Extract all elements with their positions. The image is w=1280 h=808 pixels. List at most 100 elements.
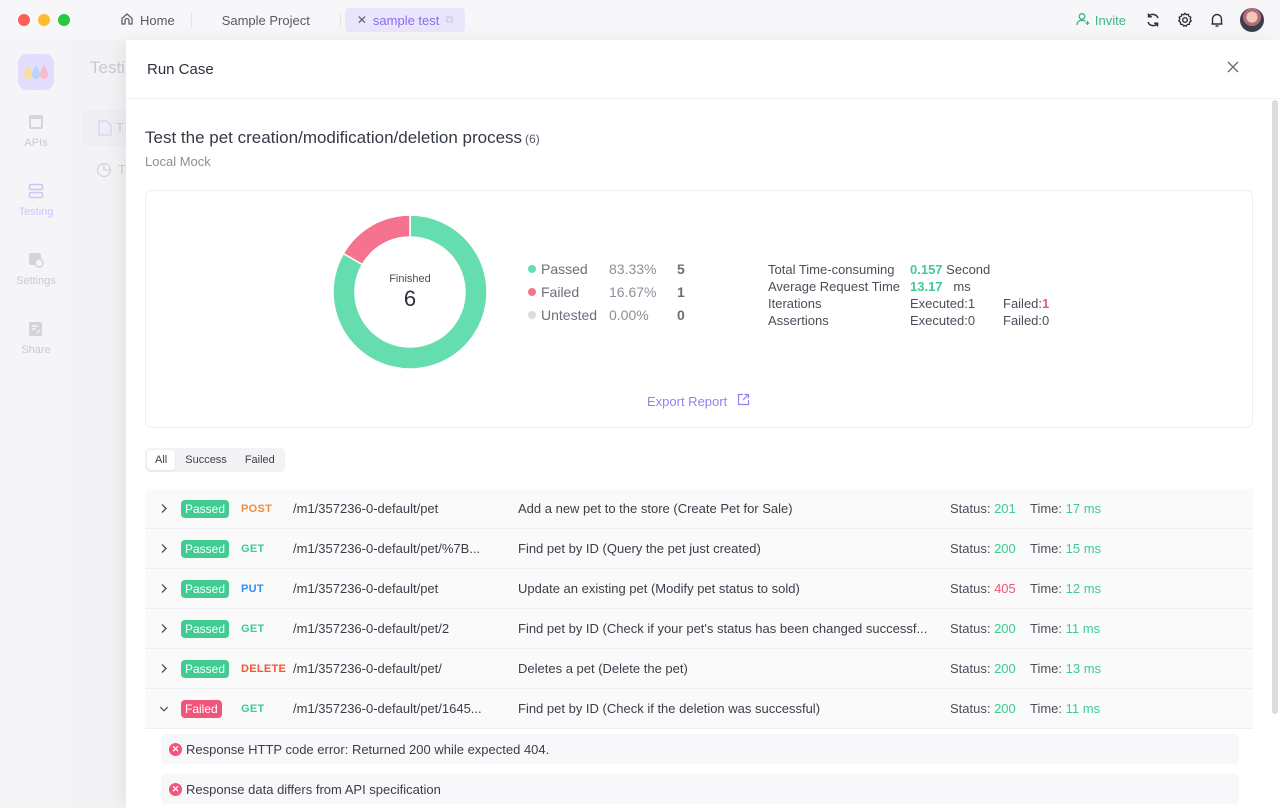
result-row[interactable]: Passed POST/m1/357236-0-default/pet Add a …: [145, 489, 1253, 529]
chevron-right-icon[interactable]: [159, 583, 169, 594]
legend-percent: 0.00%: [609, 306, 649, 323]
close-icon: [1226, 60, 1240, 79]
gear-icon[interactable]: [1176, 11, 1194, 29]
filter-success[interactable]: Success: [177, 450, 235, 470]
http-method: PUT: [241, 582, 264, 595]
time-label: Time:: [1030, 501, 1066, 516]
invite-button[interactable]: Invite: [1076, 12, 1126, 29]
case-title: Test the pet creation/modification/delet…: [145, 128, 540, 148]
testing-subnav: Testi T T: [72, 40, 142, 808]
subnav-title: Testi: [90, 58, 125, 77]
legend-count: 0: [677, 306, 685, 323]
subnav-item-label: T: [118, 162, 126, 177]
request-path: /m1/357236-0-default/pet/2: [293, 621, 450, 636]
result-row[interactable]: Passed GET/m1/357236-0-default/pet/%7B...…: [145, 529, 1253, 569]
chevron-right-icon[interactable]: [159, 503, 169, 514]
request-description: Find pet by ID (Query the pet just creat…: [518, 541, 761, 556]
request-path: /m1/357236-0-default/pet: [293, 501, 439, 516]
status-field: Status: 405: [950, 581, 1016, 596]
chevron-down-icon[interactable]: [159, 705, 169, 713]
status-field: Status: 200: [950, 701, 1016, 716]
legend-name: Failed: [541, 283, 580, 300]
result-badge: Passed: [181, 579, 230, 598]
donut-slice-failed[interactable]: [342, 214, 411, 266]
app-logo[interactable]: [18, 54, 54, 90]
time-label: Time:: [1030, 581, 1066, 596]
response-time: 15 ms: [1065, 541, 1102, 556]
stat-label: Iterations: [768, 296, 822, 311]
tab-sample-test[interactable]: ✕ sample test ⧉: [344, 8, 466, 32]
minimize-window-button[interactable]: [38, 14, 50, 26]
title-bar: Home Sample Project ✕ sample test ⧉ Invi…: [0, 0, 1280, 40]
rail-label: APIs: [24, 137, 48, 149]
request-description: Update an existing pet (Modify pet statu…: [518, 581, 800, 596]
filter-all[interactable]: All: [147, 450, 176, 470]
stat-label: Average Request Time: [768, 279, 900, 294]
tab-home[interactable]: Home: [108, 8, 187, 32]
error-icon: ✕: [169, 782, 182, 796]
error-message-box: ✕ Response HTTP code error: Returned 200 …: [161, 734, 1239, 764]
subnav-item-label: T: [116, 120, 124, 135]
time-field: Time: 13 ms: [1030, 661, 1101, 676]
sync-icon[interactable]: [1144, 11, 1162, 29]
result-row[interactable]: Passed PUT/m1/357236-0-default/pet Update …: [145, 569, 1253, 609]
http-method: DELETE: [241, 662, 287, 675]
legend-name: Untested: [541, 306, 598, 323]
run-case-drawer: Run Case Test the pet creation/modificat…: [126, 40, 1280, 808]
add-user-icon: [1076, 12, 1091, 29]
rail-item-settings[interactable]: Settings: [0, 252, 72, 287]
rail-item-testing[interactable]: Testing: [0, 183, 72, 218]
header-tools: Invite: [1076, 0, 1264, 40]
status-field: Status: 201: [950, 501, 1016, 516]
result-badge: Passed: [181, 659, 230, 678]
drawer-scrollbar[interactable]: [1272, 100, 1278, 714]
results-list: Passed POST/m1/357236-0-default/pet Add a …: [145, 489, 1253, 808]
result-row[interactable]: Failed GET/m1/357236-0-default/pet/1645..…: [145, 689, 1253, 729]
export-label: Export Report: [647, 393, 728, 409]
time-label: Time:: [1030, 701, 1066, 716]
result-badge: Failed: [181, 699, 222, 718]
legend-item-passed: Passed 83.33% 5: [528, 257, 685, 280]
rail-item-share[interactable]: Share: [0, 321, 72, 356]
status-code: 200: [994, 541, 1016, 556]
open-external-icon[interactable]: ⧉: [445, 14, 453, 27]
status-label: Status:: [950, 501, 995, 516]
case-count: (6): [525, 132, 540, 146]
time-label: Time:: [1030, 661, 1066, 676]
maximize-window-button[interactable]: [58, 14, 70, 26]
response-time: 17 ms: [1065, 501, 1102, 516]
chart-legend: Passed 83.33% 5 Failed 16.67% 1 Untested…: [528, 257, 685, 326]
request-description: Deletes a pet (Delete the pet): [518, 661, 688, 676]
status-label: Status:: [950, 621, 995, 636]
export-report-button[interactable]: Export Report: [647, 393, 750, 409]
http-method: POST: [241, 502, 273, 515]
result-row[interactable]: Passed DELETE/m1/357236-0-default/pet/Del…: [145, 649, 1253, 689]
result-row[interactable]: Passed GET/m1/357236-0-default/pet/2 Find …: [145, 609, 1253, 649]
response-time: 11 ms: [1065, 621, 1101, 636]
stat-assertions: Assertions Executed:0 Failed:0: [768, 312, 1049, 329]
stat-label: Total Time-consuming: [768, 262, 895, 277]
close-drawer-button[interactable]: [1224, 60, 1242, 78]
settings-icon: [28, 252, 44, 271]
bell-icon[interactable]: [1208, 11, 1226, 29]
chevron-right-icon[interactable]: [159, 663, 169, 674]
stat-failed-label: Failed:: [1003, 296, 1043, 311]
user-avatar[interactable]: [1240, 8, 1264, 32]
status-label: Status:: [950, 581, 995, 596]
http-method: GET: [241, 542, 265, 555]
response-time: 13 ms: [1065, 661, 1102, 676]
case-title-text: Test the pet creation/modification/delet…: [145, 128, 523, 147]
chevron-right-icon[interactable]: [159, 543, 169, 554]
rail-item-apis[interactable]: APIs: [0, 114, 72, 149]
request-description: Find pet by ID (Check if the deletion wa…: [518, 701, 821, 716]
close-window-button[interactable]: [18, 14, 30, 26]
filter-failed[interactable]: Failed: [237, 450, 283, 470]
tab-sample-project[interactable]: Sample Project: [196, 8, 336, 32]
request-path: /m1/357236-0-default/pet/: [293, 661, 442, 676]
home-icon: [120, 12, 134, 29]
chevron-right-icon[interactable]: [159, 623, 169, 634]
close-tab-icon[interactable]: ✕: [357, 13, 367, 27]
legend-percent: 16.67%: [609, 283, 657, 300]
legend-item-untested: Untested 0.00% 0: [528, 303, 685, 326]
status-label: Status:: [950, 541, 995, 556]
